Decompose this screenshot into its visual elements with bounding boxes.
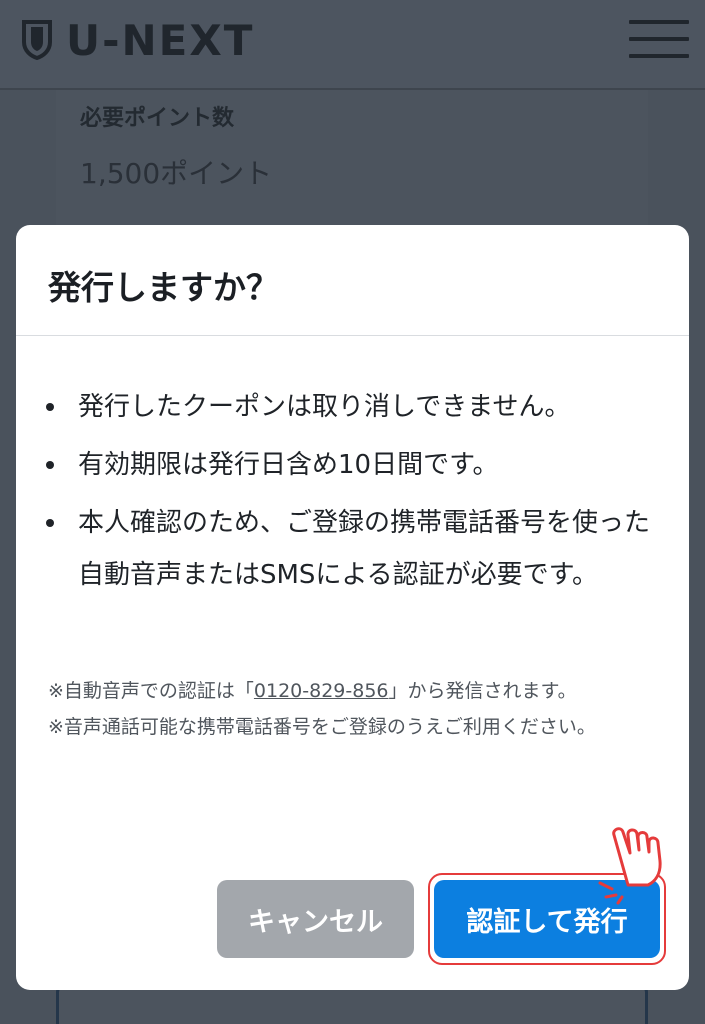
required-points-value: 1,500ポイント [80,157,273,190]
dialog-title: 発行しますか？ [48,268,279,307]
dialog-divider [16,335,689,336]
issue-confirm-dialog: 発行しますか？ 発行したクーポンは取り消しできません。 有効期限は発行日含め10… [16,225,689,990]
hamburger-menu-icon[interactable] [629,16,689,62]
notice-list: 発行したクーポンは取り消しできません。 有効期限は発行日含め10日間です。 本人… [40,381,660,607]
list-item: 発行したクーポンは取り消しできません。 [40,381,660,433]
notice-text: 本人確認のため、ご登録の携帯電話番号を使った自動音声またはSMSによる認証が必要… [78,508,651,590]
bullet-icon [46,403,54,411]
voice-auth-note: ※自動音声での認証は「0120-829-856」から発信されます。 [48,680,577,702]
list-item: 有効期限は発行日含め10日間です。 [40,439,660,491]
background-button-outline [56,984,648,1024]
notice-text: 有効期限は発行日含め10日間です。 [78,450,499,480]
bullet-icon [46,519,54,527]
required-points-label: 必要ポイント数 [80,106,235,131]
notice-text: 発行したクーポンは取り消しできません。 [78,392,571,422]
site-header: U-NEXT [0,0,705,90]
bullet-icon [46,461,54,469]
phone-number-link[interactable]: 0120-829-856 [254,680,389,702]
phone-requirement-note: ※音声通話可能な携帯電話番号をご登録のうえご利用ください。 [48,716,596,738]
brand-name: U-NEXT [66,15,255,65]
brand-logo[interactable]: U-NEXT [22,15,255,65]
shield-logo-icon [22,20,52,60]
authenticate-and-issue-button[interactable]: 認証して発行 [434,880,660,958]
list-item: 本人確認のため、ご登録の携帯電話番号を使った自動音声またはSMSによる認証が必要… [40,497,660,601]
cancel-button[interactable]: キャンセル [217,880,414,958]
dialog-notes: ※自動音声での認証は「0120-829-856」から発信されます。 ※音声通話可… [48,673,663,745]
